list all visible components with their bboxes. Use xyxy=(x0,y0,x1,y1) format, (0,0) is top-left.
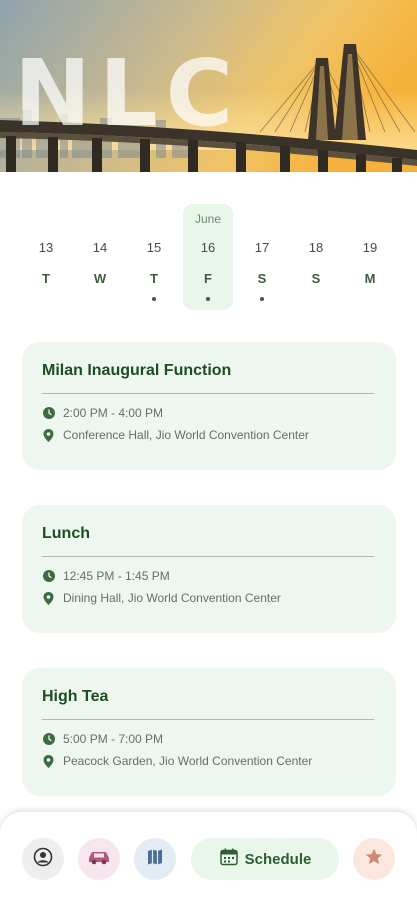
event-location-row: Conference Hall, Jio World Convention Ce… xyxy=(42,427,309,443)
calendar-day[interactable]: 17 S xyxy=(237,204,287,310)
event-time: 12:45 PM - 1:45 PM xyxy=(63,569,170,583)
event-card[interactable]: Lunch 12:45 PM - 1:45 PM Dining Hall, Ji… xyxy=(22,505,396,633)
event-dot xyxy=(260,297,264,301)
event-location-row: Peacock Garden, Jio World Convention Cen… xyxy=(42,753,312,769)
divider xyxy=(42,556,374,557)
day-number: 16 xyxy=(200,240,216,255)
calendar-day[interactable]: 19 M xyxy=(345,204,395,310)
profile-button[interactable] xyxy=(22,838,64,880)
event-location: Conference Hall, Jio World Convention Ce… xyxy=(63,428,309,442)
star-icon xyxy=(364,847,384,872)
calendar-day[interactable]: 15 T xyxy=(129,204,179,310)
day-letter: W xyxy=(93,271,107,286)
day-number: 14 xyxy=(92,240,108,255)
map-button[interactable] xyxy=(134,838,176,880)
event-time: 2:00 PM - 4:00 PM xyxy=(63,406,164,420)
schedule-label: Schedule xyxy=(244,850,312,868)
divider xyxy=(42,719,374,720)
event-title: Lunch xyxy=(42,525,90,542)
event-location: Dining Hall, Jio World Convention Center xyxy=(63,591,281,605)
event-card[interactable]: Milan Inaugural Function 2:00 PM - 4:00 … xyxy=(22,342,396,470)
event-time-row: 5:00 PM - 7:00 PM xyxy=(42,731,163,747)
day-number: 19 xyxy=(362,240,378,255)
calendar-day[interactable]: 13 T xyxy=(21,204,71,310)
event-location-row: Dining Hall, Jio World Convention Center xyxy=(42,590,281,606)
calendar-day[interactable]: 14 W xyxy=(75,204,125,310)
location-pin-icon xyxy=(42,591,55,605)
favorites-button[interactable] xyxy=(353,838,395,880)
week-calendar: 13 T 14 W 15 T June 16 F 17 S 18 S 19 M xyxy=(0,204,417,314)
clock-icon xyxy=(42,407,55,420)
calendar-day[interactable]: 18 S xyxy=(291,204,341,310)
transport-button[interactable] xyxy=(78,838,120,880)
day-letter: T xyxy=(42,271,50,286)
divider xyxy=(42,393,374,394)
location-pin-icon xyxy=(42,754,55,768)
event-time-row: 12:45 PM - 1:45 PM xyxy=(42,568,170,584)
month-label: June xyxy=(194,212,222,226)
event-time: 5:00 PM - 7:00 PM xyxy=(63,732,164,746)
day-number: 17 xyxy=(254,240,270,255)
clock-icon xyxy=(42,570,55,583)
hero-title: NLC xyxy=(14,40,242,147)
calendar-day-selected[interactable]: June 16 F xyxy=(183,204,233,310)
day-number: 13 xyxy=(38,240,54,255)
event-card[interactable]: High Tea 5:00 PM - 7:00 PM Peacock Garde… xyxy=(22,668,396,796)
map-icon xyxy=(146,848,164,871)
event-location: Peacock Garden, Jio World Convention Cen… xyxy=(63,754,313,768)
schedule-tab[interactable]: Schedule xyxy=(191,838,339,880)
hero-banner: NLC xyxy=(0,0,417,172)
day-number: 18 xyxy=(308,240,324,255)
day-number: 15 xyxy=(146,240,162,255)
profile-icon xyxy=(33,847,53,872)
bottom-navigation: Schedule xyxy=(0,812,417,900)
event-dot xyxy=(152,297,156,301)
event-title: Milan Inaugural Function xyxy=(42,362,232,379)
clock-icon xyxy=(42,733,55,746)
event-time-row: 2:00 PM - 4:00 PM xyxy=(42,405,163,421)
car-icon xyxy=(86,849,112,870)
day-letter: M xyxy=(364,271,376,286)
event-dot xyxy=(206,297,210,301)
location-pin-icon xyxy=(42,428,55,442)
calendar-icon xyxy=(219,847,239,872)
day-letter: S xyxy=(311,271,321,286)
event-title: High Tea xyxy=(42,688,109,705)
day-letter: F xyxy=(204,271,212,286)
day-letter: T xyxy=(150,271,158,286)
day-letter: S xyxy=(257,271,267,286)
